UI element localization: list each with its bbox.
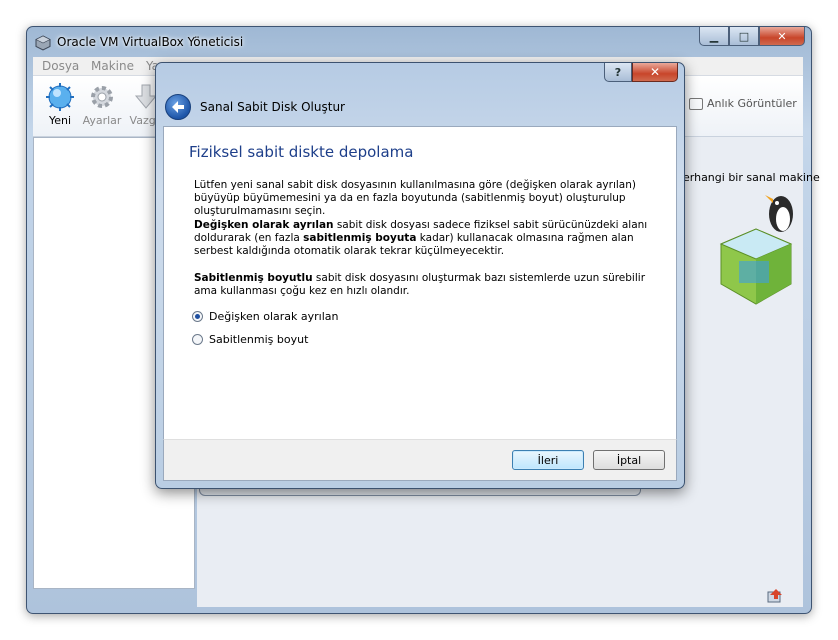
fixed-size-bold: sabitlenmiş boyuta	[303, 232, 417, 244]
snapshot-icon	[689, 98, 703, 110]
help-button[interactable]: ?	[604, 63, 632, 82]
next-button[interactable]: İleri	[512, 450, 584, 470]
settings-button[interactable]: Ayarlar	[79, 82, 125, 127]
menu-file[interactable]: Dosya	[42, 59, 79, 73]
virtualbox-icon	[35, 35, 51, 51]
back-arrow-icon	[172, 101, 184, 113]
radio-dynamic-indicator[interactable]	[192, 311, 203, 322]
radio-dynamic[interactable]: Değişken olarak ayrılan	[192, 310, 338, 323]
status-icon[interactable]	[767, 588, 783, 604]
maximize-button[interactable]: □	[729, 27, 759, 46]
new-button[interactable]: Yeni	[37, 82, 83, 127]
radio-fixed-label[interactable]: Sabitlenmiş boyut	[209, 333, 308, 346]
snapshots-button[interactable]: Anlık Görüntüler	[689, 97, 797, 110]
radio-fixed[interactable]: Sabitlenmiş boyut	[192, 333, 308, 346]
fixed-bold: Sabitlenmiş boyutlu	[194, 272, 313, 284]
snapshots-label: Anlık Görüntüler	[707, 97, 797, 110]
new-icon	[46, 83, 74, 111]
settings-icon	[91, 86, 113, 108]
menu-machine[interactable]: Makine	[91, 59, 134, 73]
intro-text: Lütfen yeni sanal sabit disk dosyasının …	[194, 179, 636, 217]
settings-label: Ayarlar	[82, 114, 122, 127]
dialog-caption-buttons: ? ✕	[604, 63, 678, 82]
penguin-illustration	[719, 195, 793, 305]
dynamic-bold: Değişken olarak ayrılan	[194, 219, 334, 231]
dialog-title: Sanal Sabit Disk Oluştur	[200, 100, 345, 114]
fixed-description: Sabitlenmiş boyutlu sabit disk dosyasını…	[194, 272, 666, 298]
page-heading: Fiziksel sabit diskte depolama	[189, 143, 414, 161]
welcome-text: erhangi bir sanal makine	[683, 171, 820, 184]
dialog-content: Fiziksel sabit diskte depolama Lütfen ye…	[163, 126, 677, 440]
minimize-button[interactable]: ▁	[699, 27, 729, 46]
cancel-button[interactable]: İptal	[593, 450, 665, 470]
dynamic-description: Değişken olarak ayrılan sabit disk dosya…	[194, 219, 666, 258]
new-label: Yeni	[48, 114, 72, 127]
close-button[interactable]: ✕	[759, 27, 805, 46]
window-caption-buttons: ▁ □ ✕	[699, 27, 805, 46]
radio-fixed-indicator[interactable]	[192, 334, 203, 345]
create-disk-dialog: ? ✕ Sanal Sabit Disk Oluştur Fiziksel sa…	[155, 62, 685, 489]
radio-dynamic-label[interactable]: Değişken olarak ayrılan	[209, 310, 338, 323]
window-title: Oracle VM VirtualBox Yöneticisi	[57, 35, 244, 49]
dialog-footer: İleri İptal	[163, 439, 677, 481]
back-button[interactable]	[165, 94, 191, 120]
dialog-close-button[interactable]: ✕	[632, 63, 678, 82]
